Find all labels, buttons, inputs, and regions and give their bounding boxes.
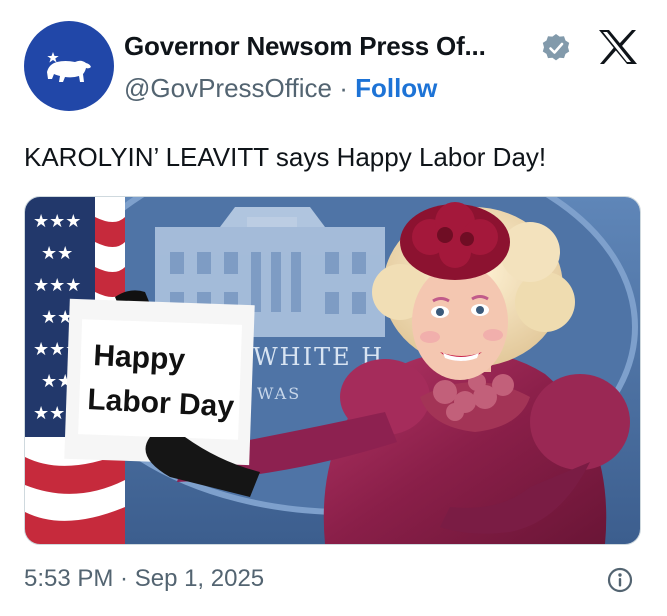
verified-badge-icon <box>542 34 570 61</box>
svg-text:★★: ★★ <box>41 243 73 264</box>
backdrop-text-line2: WAS <box>257 384 301 403</box>
x-logo-icon[interactable] <box>598 29 638 65</box>
follow-button[interactable]: Follow <box>355 73 437 103</box>
tweet-media-image[interactable]: WHITE H WAS ★★★ ★★ ★★★ ★★ ★★★ ★★ ★★★ Hap… <box>24 196 641 545</box>
author-handle[interactable]: @GovPressOffice <box>124 73 332 103</box>
svg-text:★★★: ★★★ <box>33 211 81 232</box>
svg-text:★★★: ★★★ <box>33 275 81 296</box>
california-bear-icon <box>47 52 91 82</box>
svg-text:★★: ★★ <box>41 307 73 328</box>
tweet-timestamp[interactable]: 5:53 PM · Sep 1, 2025 <box>24 565 264 593</box>
tweet-text: KAROLYIN’ LEAVITT says Happy Labor Day! <box>24 142 547 172</box>
info-icon[interactable] <box>607 567 633 593</box>
handle-row: @GovPressOffice · Follow <box>124 73 437 104</box>
separator-dot: · <box>331 73 356 103</box>
avatar[interactable] <box>24 21 114 111</box>
author-name[interactable]: Governor Newsom Press Of... <box>124 31 486 62</box>
sign-text-line1: Happy <box>93 339 187 377</box>
